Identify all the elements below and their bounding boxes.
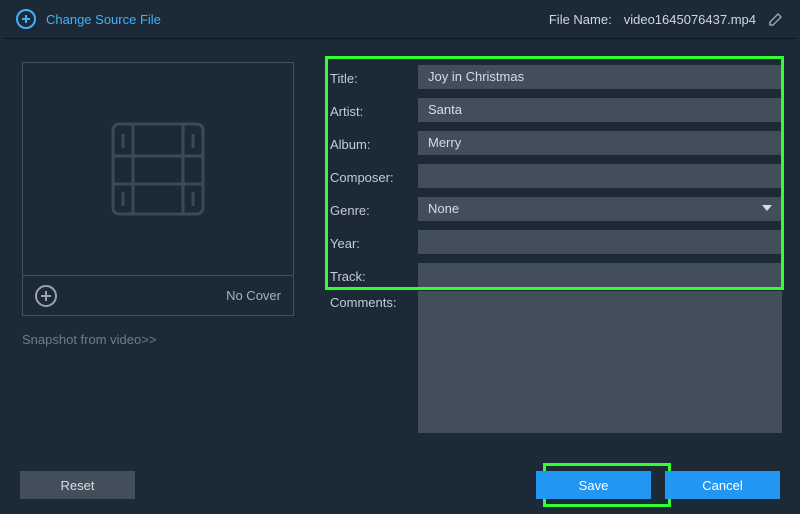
track-input[interactable] [418,263,782,287]
reset-button[interactable]: Reset [20,471,135,499]
genre-value: None [428,201,459,216]
album-input[interactable] [418,131,782,155]
cover-panel: No Cover Snapshot from video>> [22,62,294,347]
change-source-label: Change Source File [46,12,161,27]
title-label: Title: [330,67,418,86]
genre-label: Genre: [330,199,418,218]
composer-input[interactable] [418,164,782,188]
change-source-file-link[interactable]: Change Source File [16,9,161,29]
top-bar: Change Source File File Name: video16450… [0,0,800,38]
cancel-button[interactable]: Cancel [665,471,780,499]
album-label: Album: [330,133,418,152]
cover-toolbar: No Cover [22,276,294,316]
artist-input[interactable] [418,98,782,122]
year-label: Year: [330,232,418,251]
title-input[interactable] [418,65,782,89]
year-input[interactable] [418,230,782,254]
comments-textarea[interactable] [418,291,782,433]
track-label: Track: [330,265,418,284]
composer-label: Composer: [330,166,418,185]
main-area: No Cover Snapshot from video>> Title: Ar… [0,50,800,456]
file-name-value: video1645076437.mp4 [624,12,756,27]
genre-select[interactable]: None [418,197,782,221]
top-divider [3,38,797,39]
save-button[interactable]: Save [536,471,651,499]
comments-label: Comments: [330,291,418,310]
cover-preview [22,62,294,276]
file-name-label: File Name: [549,12,612,27]
chevron-down-icon [762,205,772,211]
filmstrip-icon [103,114,213,224]
plus-circle-icon [16,9,36,29]
metadata-form: Title: Artist: Album: Composer: Genre: N… [330,60,782,439]
bottom-bar: Reset Save Cancel [0,456,800,514]
add-cover-icon[interactable] [35,285,57,307]
snapshot-from-video-link[interactable]: Snapshot from video>> [22,332,294,347]
file-name-block: File Name: video1645076437.mp4 [549,11,784,27]
artist-label: Artist: [330,100,418,119]
edit-filename-icon[interactable] [768,11,784,27]
no-cover-label: No Cover [226,288,281,303]
